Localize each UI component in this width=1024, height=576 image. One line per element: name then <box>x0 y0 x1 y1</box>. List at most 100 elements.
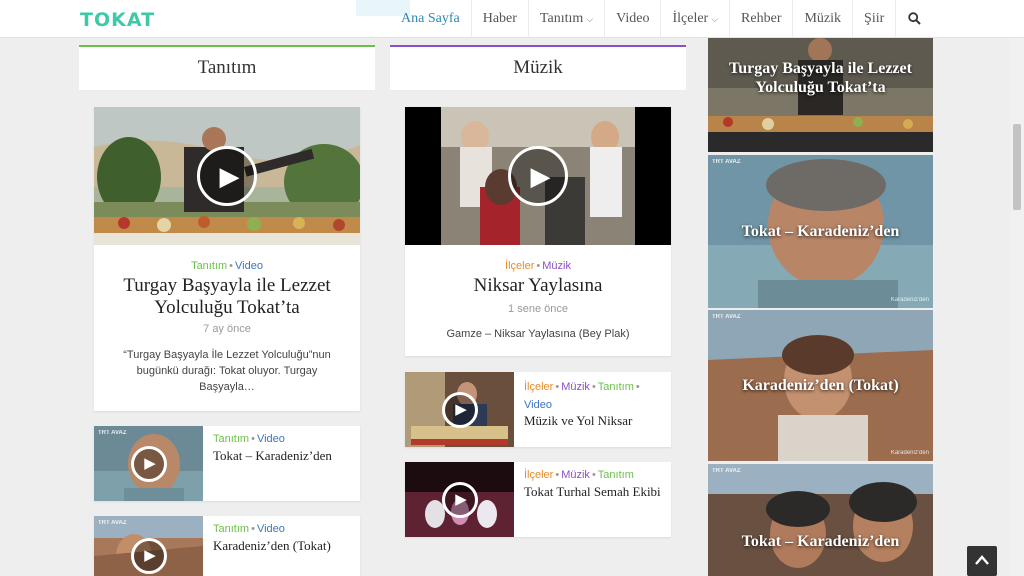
section-title: Tanıtım <box>79 45 375 91</box>
nav-label: Haber <box>482 11 517 26</box>
post-title[interactable]: Tokat Turhal Semah Ekibi <box>524 484 663 500</box>
featured-post-card: ▶ İlçeler • Müzik Niksar Yaylasına 1 sene … <box>405 107 671 356</box>
post-categories: Tanıtım • Video <box>213 522 285 536</box>
play-icon[interactable]: ▶ <box>441 391 478 428</box>
trt-logo: TRT AVAZ <box>712 468 741 474</box>
site-logo[interactable]: TOKAT <box>80 11 155 30</box>
category-link[interactable]: İlçeler <box>524 381 553 393</box>
post-title[interactable]: Tokat – Karadeniz’den <box>213 448 352 464</box>
trt-logo: TRT AVAZ <box>98 520 127 526</box>
chevron-down-icon: ⌵ <box>711 14 719 24</box>
section-title-text: Tanıtım <box>197 57 257 78</box>
category-link[interactable]: Müzik <box>561 381 590 393</box>
post-title[interactable]: Niksar Yaylasına <box>425 275 651 297</box>
category-link[interactable]: Tanıtım <box>213 523 249 535</box>
post-thumbnail[interactable]: TRT AVAZ ▶ <box>94 516 203 576</box>
separator-dot: • <box>555 381 560 393</box>
trt-logo: TRT AVAZ <box>712 314 741 320</box>
category-link[interactable]: Video <box>257 523 285 535</box>
sidebar-video-title[interactable]: Karadeniz’den (Tokat) <box>708 376 933 395</box>
post-thumbnail[interactable]: ▶ <box>405 372 514 447</box>
section-title-text: Müzik <box>513 57 563 78</box>
post-categories: Tanıtım • Video <box>213 432 285 446</box>
sidebar-video-title[interactable]: Tokat – Karadeniz’den <box>708 222 933 241</box>
separator-dot: • <box>635 381 640 393</box>
category-link[interactable]: Müzik <box>542 260 571 272</box>
separator-dot: • <box>591 469 596 481</box>
chevron-up-icon <box>975 555 989 565</box>
category-link[interactable]: Tanıtım <box>598 381 634 393</box>
post-thumbnail[interactable]: TRT AVAZ ▶ <box>94 426 203 501</box>
nav-item-tanitim[interactable]: Tanıtım ⌵ <box>527 0 604 38</box>
post-excerpt: Gamze – Niksar Yaylasına (Bey Plak) <box>446 328 630 340</box>
scrollbar-thumb[interactable] <box>1013 124 1021 210</box>
nav-item-video[interactable]: Video <box>604 0 660 38</box>
nav-label: İlçeler <box>672 11 709 26</box>
category-link[interactable]: Tanıtım <box>213 433 249 445</box>
category-link[interactable]: Tanıtım <box>191 260 227 272</box>
nav-label: Müzik <box>804 11 842 26</box>
post-thumbnail[interactable]: ▶ <box>405 462 514 537</box>
trt-logo: TRT AVAZ <box>712 159 741 165</box>
separator-dot: • <box>251 433 255 445</box>
back-to-top-button[interactable] <box>967 546 997 576</box>
search-icon <box>908 12 921 25</box>
category-link[interactable]: İlçeler <box>524 469 553 481</box>
post-thumbnail[interactable]: ▶ <box>405 107 671 245</box>
nav-label: Rehber <box>741 11 782 26</box>
nav-item-muzik[interactable]: Müzik <box>792 0 852 38</box>
sidebar-video-item[interactable]: Turgay Başyayla ile Lezzet Yolculuğu Tok… <box>708 38 933 152</box>
section-title: Müzik <box>390 45 686 91</box>
nav-item-rehber[interactable]: Rehber <box>729 0 792 38</box>
separator-dot: • <box>229 260 233 272</box>
separator-dot: • <box>591 381 596 393</box>
program-watermark: Karadeniz'den <box>890 297 929 303</box>
category-link[interactable]: Video <box>235 260 263 272</box>
play-icon[interactable]: ▶ <box>130 538 167 574</box>
sidebar-video-title[interactable]: Turgay Başyayla ile Lezzet Yolculuğu Tok… <box>708 59 933 97</box>
category-link[interactable]: Tanıtım <box>598 469 634 481</box>
post-categories: İlçeler • Müzik <box>405 259 671 273</box>
nav-item-ana-sayfa[interactable]: Ana Sayfa <box>390 0 471 38</box>
nav-label: Ana Sayfa <box>401 11 460 26</box>
play-icon[interactable]: ▶ <box>130 445 167 482</box>
category-link[interactable]: İlçeler <box>505 260 534 272</box>
post-categories: İlçeler • Müzik • Tanıtım <box>524 468 634 482</box>
list-item: TRT AVAZ ▶ Tanıtım • Video Karadeniz’den (… <box>94 516 360 576</box>
sidebar-video-item[interactable]: TRT AVAZ Tokat – Karadeniz’den <box>708 464 933 576</box>
trt-logo: TRT AVAZ <box>98 430 127 436</box>
list-item: ▶ İlçeler • Müzik • Tanıtım • Video Müzik ve Y… <box>405 372 671 447</box>
featured-post-card: ▶ Tanıtım • Video Turgay Başyayla ile Lezz… <box>94 107 360 411</box>
post-title[interactable]: Karadeniz’den (Tokat) <box>213 538 352 554</box>
sidebar-video-item[interactable]: TRT AVAZ Karadeniz'den Karadeniz’den (To… <box>708 310 933 461</box>
sidebar-video-item[interactable]: TRT AVAZ Karadeniz'den Tokat – Karadeniz… <box>708 155 933 308</box>
nav-label: Video <box>616 11 650 26</box>
page-scrollbar[interactable] <box>1010 38 1024 576</box>
category-link[interactable]: Video <box>524 399 552 411</box>
separator-dot: • <box>536 260 541 272</box>
nav-item-ilceler[interactable]: İlçeler ⌵ <box>660 0 729 38</box>
nav-label: Şiir <box>864 11 885 26</box>
tv-thumbnail <box>708 464 933 576</box>
post-title[interactable]: Turgay Başyayla ile Lezzet Yolculuğu Tok… <box>114 275 340 319</box>
top-navbar: TOKAT Ana Sayfa Haber Tanıtım ⌵ Video İlç… <box>0 0 1024 38</box>
category-link[interactable]: Müzik <box>561 469 590 481</box>
nav-label: Tanıtım <box>539 11 584 26</box>
play-icon[interactable]: ▶ <box>197 146 257 206</box>
sidebar-video-title[interactable]: Tokat – Karadeniz’den <box>708 532 933 551</box>
post-title[interactable]: Müzik ve Yol Niksar <box>524 413 663 429</box>
main-nav: Ana Sayfa Haber Tanıtım ⌵ Video İlçeler ⌵ … <box>390 0 933 38</box>
list-item: ▶ İlçeler • Müzik • Tanıtım Tokat Turhal Sem… <box>405 462 671 537</box>
post-date: 7 ay önce <box>203 323 251 335</box>
nav-item-siir[interactable]: Şiir <box>852 0 895 38</box>
search-button[interactable] <box>895 0 933 38</box>
list-item: TRT AVAZ ▶ Tanıtım • Video Tokat – Karaden… <box>94 426 360 501</box>
post-thumbnail[interactable]: ▶ <box>94 107 360 245</box>
post-excerpt: “Turgay Başyayla İle Lezzet Yolculuğu”nu… <box>123 349 331 393</box>
play-icon[interactable]: ▶ <box>508 146 568 206</box>
program-watermark: Karadeniz'den <box>890 450 929 456</box>
category-link[interactable]: Video <box>257 433 285 445</box>
play-icon[interactable]: ▶ <box>441 481 478 518</box>
nav-item-haber[interactable]: Haber <box>470 0 528 38</box>
post-date: 1 sene önce <box>508 303 568 315</box>
